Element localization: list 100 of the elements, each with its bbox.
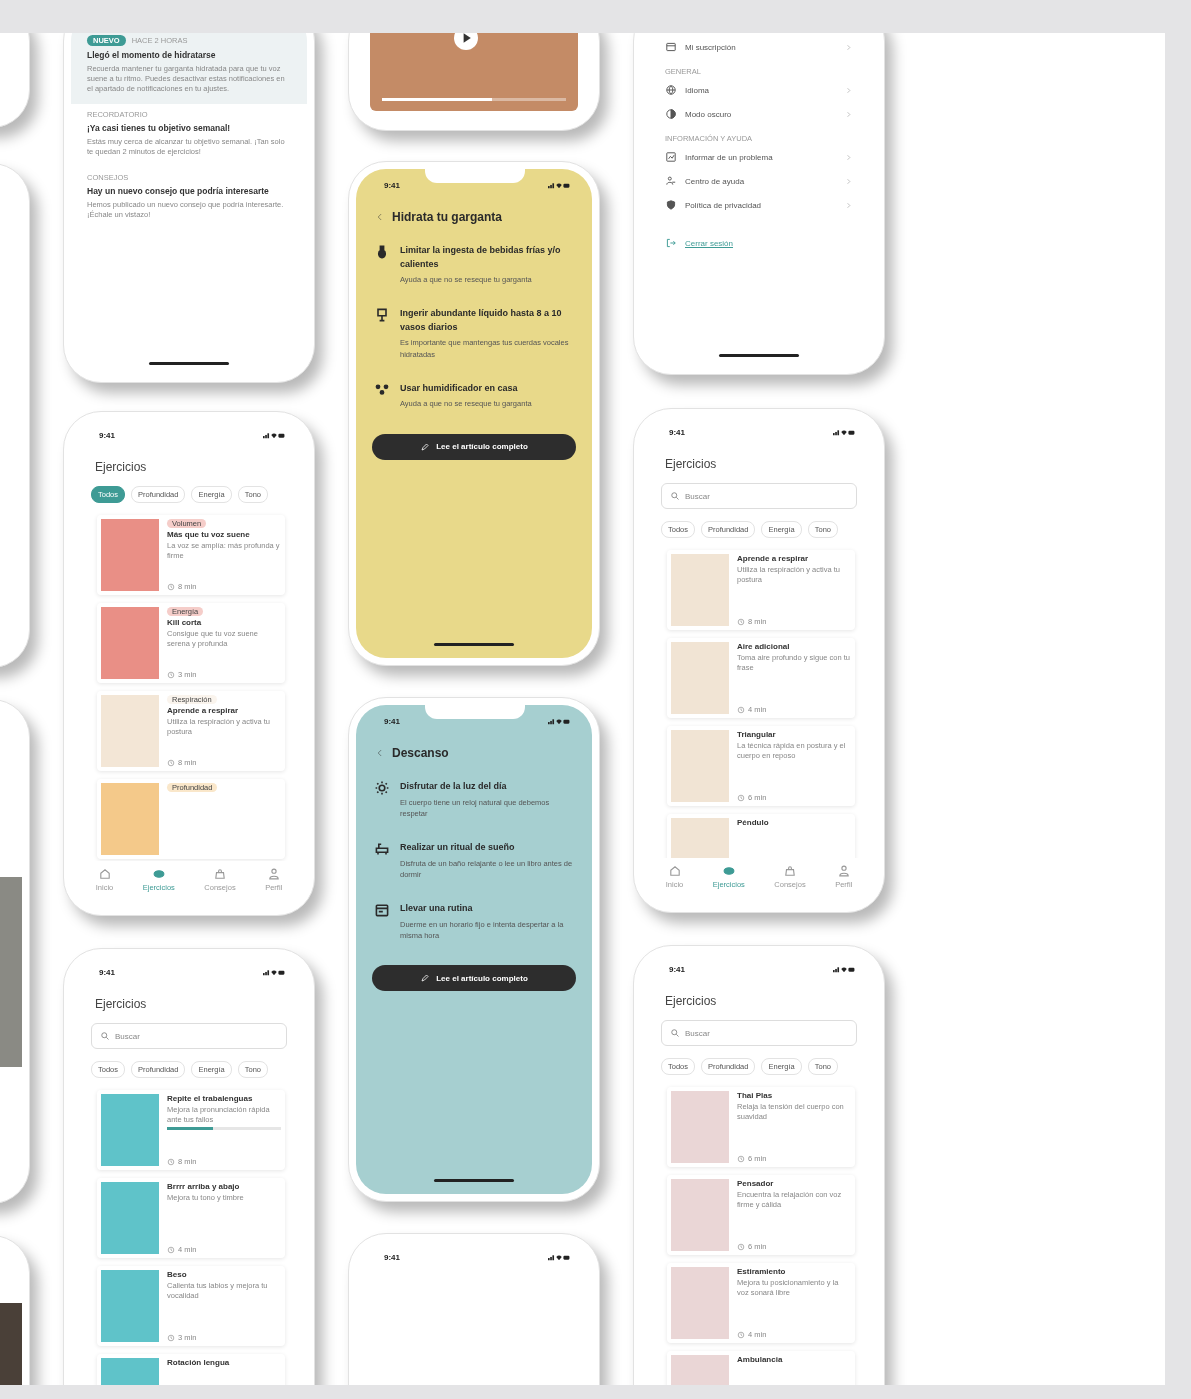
exercise-title: Rotación lengua — [167, 1358, 231, 1367]
settings-row[interactable]: Centro de ayuda — [641, 169, 877, 193]
exercise-card[interactable]: Rotación lengua — [97, 1354, 285, 1385]
screen-title: Ejercicios — [664, 456, 718, 471]
status-icons — [548, 1253, 570, 1261]
clock-icon — [737, 1154, 745, 1163]
clock-icon — [167, 1245, 175, 1254]
calendar-icon — [374, 902, 390, 918]
exercise-title: Péndulo — [737, 818, 770, 827]
exercise-title: Estiramiento — [737, 1267, 787, 1276]
exercise-title: Thai Plas — [737, 1091, 774, 1100]
moon-icon — [665, 108, 677, 120]
person-icon — [266, 867, 281, 881]
report-icon — [665, 151, 677, 163]
settings-row[interactable]: Modo oscuro — [641, 102, 877, 126]
tip-title: Usar humidificador en casa — [400, 381, 519, 395]
status-icons — [833, 428, 855, 436]
exercise-title: Kill corta — [167, 618, 203, 627]
clock-icon — [167, 1157, 175, 1166]
logout-link[interactable]: Cerrar sesión — [685, 238, 733, 248]
status-time: 9:41 — [669, 427, 685, 437]
clock-icon — [737, 793, 745, 802]
screen-title: Ejercicios — [94, 996, 148, 1011]
status-icons — [548, 181, 570, 189]
clock-icon — [737, 617, 745, 626]
exercise-title: Brrrr arriba y abajo — [167, 1182, 241, 1191]
exercise-title: Más que tu voz suene — [167, 530, 251, 539]
notification-title: Llegó el momento de hidratarse — [87, 50, 217, 61]
clock-icon — [737, 1242, 745, 1251]
search-icon — [100, 1031, 110, 1041]
screen-title: Ejercicios — [664, 993, 718, 1008]
bath-icon — [374, 841, 390, 857]
status-time: 9:41 — [99, 967, 115, 977]
read-article-button[interactable]: Lee el artículo completo — [372, 433, 576, 460]
tip-title: Limitar la ingesta de bebidas frías y/o calientes — [400, 244, 562, 271]
tip-title: Realizar un ritual de sueño — [400, 841, 516, 854]
clock-icon — [737, 1330, 745, 1339]
person-icon — [836, 864, 851, 878]
chevron-right-icon — [844, 200, 853, 210]
search-field[interactable]: Buscar — [91, 1023, 287, 1049]
globe-icon — [665, 84, 677, 96]
search-field[interactable]: Buscar — [661, 1020, 857, 1046]
house-icon — [97, 867, 112, 881]
people-icon — [665, 175, 677, 187]
screen-title: Ejercicios — [94, 459, 148, 474]
exercise-title: Pensador — [737, 1179, 775, 1188]
oval-icon — [721, 864, 736, 878]
clock-icon — [167, 670, 175, 679]
tip-title: Llevar una rutina — [400, 902, 474, 915]
exercise-title: Beso — [167, 1270, 188, 1279]
status-icons — [833, 965, 855, 973]
sun-icon — [374, 780, 390, 796]
exercise-title: Aprende a respirar — [167, 706, 240, 715]
status-icons — [548, 717, 570, 725]
status-icons — [263, 968, 285, 976]
exercise-card[interactable]: Ambulancia — [667, 1351, 855, 1385]
search-icon — [670, 491, 680, 501]
shield-icon — [665, 199, 677, 211]
status-time: 9:41 — [384, 716, 400, 726]
house-icon — [667, 864, 682, 878]
notification-title: ¡Ya casi tienes tu objetivo semanal! — [87, 123, 232, 134]
tip-title: Ingerir abundante líquido hasta 8 a 10 vasos diarios — [400, 307, 563, 334]
clock-icon — [167, 758, 175, 767]
exercise-title: Ambulancia — [737, 1355, 784, 1364]
glass-icon — [374, 307, 390, 324]
status-time: 9:41 — [99, 430, 115, 440]
status-time: 9:41 — [384, 1252, 400, 1262]
tip-title: Disfrutar de la luz del día — [400, 780, 508, 793]
exercise-title: Aire adicional — [737, 642, 791, 651]
video-progress[interactable] — [382, 98, 566, 101]
settings-row[interactable]: Informar de un problema — [641, 145, 877, 169]
pencil-icon — [420, 441, 431, 452]
settings-row[interactable]: Idioma — [641, 78, 877, 102]
search-icon — [670, 1028, 680, 1038]
chevron-right-icon — [844, 152, 853, 162]
bag-icon — [213, 867, 227, 881]
play-icon[interactable] — [454, 33, 478, 50]
card-icon — [665, 41, 677, 53]
notification-title: Hay un nuevo consejo que podría interesarte — [87, 185, 270, 197]
status-time: 9:41 — [384, 180, 400, 190]
clock-icon — [167, 1333, 175, 1342]
pencil-icon — [420, 973, 431, 983]
status-icons — [263, 431, 285, 439]
clock-icon — [167, 582, 175, 591]
chevron-right-icon — [844, 42, 853, 52]
logout-icon — [665, 237, 677, 249]
bag-icon — [783, 864, 797, 878]
exercise-title: Repite el trabalenguas — [167, 1094, 254, 1103]
chevron-right-icon — [844, 176, 853, 186]
read-article-button[interactable]: Lee el artículo completo — [372, 965, 576, 991]
status-time: 9:41 — [669, 964, 685, 974]
exercise-title: Triangular — [737, 730, 777, 739]
chevron-right-icon — [844, 109, 853, 119]
exercise-card[interactable]: Péndulo — [667, 814, 855, 858]
settings-row[interactable]: Mi suscripción — [641, 35, 877, 59]
settings-row[interactable]: Política de privacidad — [641, 193, 877, 217]
screen-title: Descanso — [392, 746, 449, 760]
notification-item[interactable] — [71, 33, 307, 104]
search-field[interactable]: Buscar — [661, 483, 857, 509]
oval-icon — [151, 867, 166, 881]
